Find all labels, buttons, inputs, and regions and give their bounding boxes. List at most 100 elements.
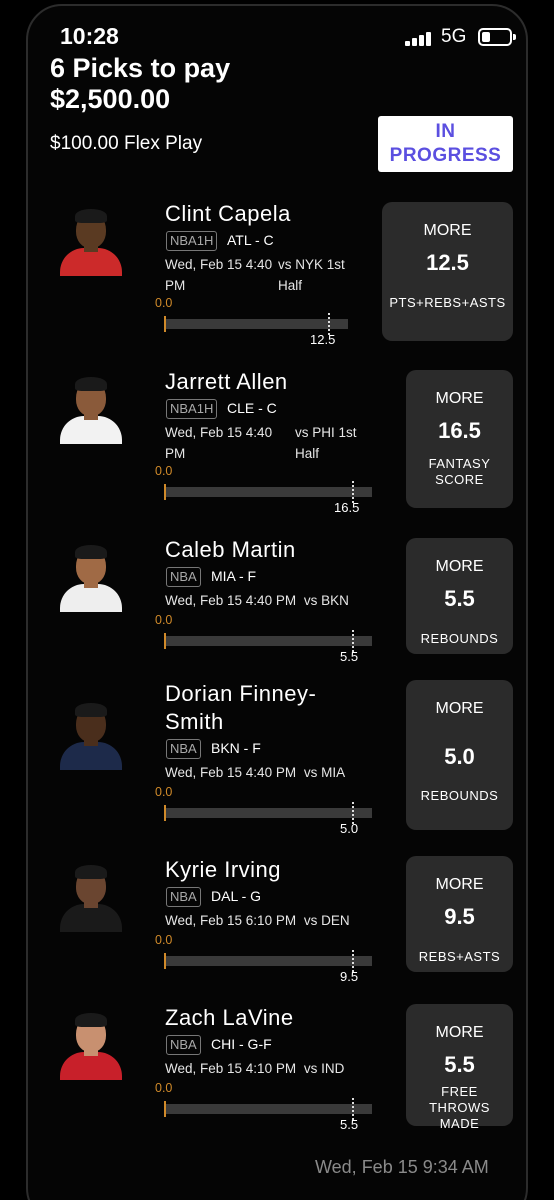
pick-stat-line1: PTS+REBS+ASTS [389,295,506,310]
pick-stat-line2: THROWS [429,1100,490,1115]
status-badge: IN PROGRESS [378,116,513,172]
current-value: 0.0 [155,464,173,478]
target-value: 16.5 [334,500,360,515]
player-avatar [56,206,126,276]
target-value: 5.0 [340,821,359,836]
game-time-line2: PM [165,278,186,293]
game-info-line2: PM Half [165,275,365,297]
pick-line-card[interactable]: MORE 5.0 REBOUNDS [406,680,513,830]
pick-line-card[interactable]: MORE 5.5 FREE THROWS MADE [406,1004,513,1131]
game-opponent: vs BKN [303,593,349,608]
game-opponent-line2: Half [278,278,303,293]
game-info: Wed, Feb 15 6:10 PM vs DEN [165,910,365,932]
pick-line-value: 16.5 [438,418,481,443]
game-info: Wed, Feb 15 4:40 vs NYK 1st [165,254,365,276]
progress-bar [166,319,348,329]
status-time: 10:28 [60,23,119,49]
team-position: DAL - G [211,888,262,904]
game-time: Wed, Feb 15 4:40 PM [165,593,297,608]
progress-bar [166,636,372,646]
pick-line-value: 12.5 [426,250,469,275]
team-position: CHI - G-F [211,1036,272,1052]
pick-stat-line1: FREE [441,1084,478,1099]
league-badge: NBA [166,739,201,759]
player-avatar [56,700,126,770]
game-time: Wed, Feb 15 6:10 PM [165,913,297,928]
player-name-line2: Smith [165,709,224,734]
game-info: Wed, Feb 15 4:40 PM vs BKN [165,590,365,612]
team-position: CLE - C [227,400,277,416]
pick-stat-line1: REBS+ASTS [418,949,501,964]
league-badge: NBA [166,1035,201,1055]
game-opponent: vs MIA [303,765,346,780]
game-time: Wed, Feb 15 4:40 PM [165,765,297,780]
progress-bar [166,808,372,818]
league-badge: NBA1H [166,231,218,251]
pick-direction: MORE [435,390,484,407]
pick-direction: MORE [435,558,484,575]
pick-direction: MORE [435,1024,484,1041]
game-info: Wed, Feb 15 4:40 PM vs MIA [165,762,365,784]
current-value: 0.0 [155,1081,173,1095]
network-label: 5G [441,26,467,47]
status-bar: 10:28 5G [0,0,554,49]
game-time: Wed, Feb 15 4:10 PM [165,1061,297,1076]
game-time-line2: PM [165,446,186,461]
target-value: 5.5 [340,1117,359,1132]
footer-timestamp: Wed, Feb 15 9:34 AM [315,1157,489,1177]
player-avatar [56,374,126,444]
progress-bar [166,956,372,966]
progress-bar [166,1104,372,1114]
league-badge: NBA1H [166,399,218,419]
entry-title: 6 Picks to pay [50,53,231,83]
league-badge: NBA [166,567,201,587]
pick-stat-line1: FANTASY [428,456,491,471]
progress-bar [166,487,372,497]
pick-line-value: 9.5 [444,904,475,929]
league-badge: NBA [166,887,201,907]
game-info: Wed, Feb 15 4:40 vs PHI 1st [165,422,365,444]
current-value: 0.0 [155,296,173,310]
team-position: MIA - F [211,568,257,584]
pick-line-card[interactable]: MORE 16.5 FANTASY SCORE [406,370,513,508]
battery-icon [478,28,516,46]
player-name: Kyrie Irving [165,857,282,882]
game-info: Wed, Feb 15 4:10 PM vs IND [165,1058,365,1080]
pick-stat-line1: REBOUNDS [420,631,499,646]
team-position: ATL - C [227,232,274,248]
player-name: Caleb Martin [165,537,296,562]
pick-direction: MORE [435,700,484,717]
target-value: 9.5 [340,969,359,984]
team-position: BKN - F [211,740,261,756]
pick-line-card[interactable]: MORE 9.5 REBS+ASTS [406,856,513,972]
player-avatar [56,542,126,612]
current-value: 0.0 [155,613,173,627]
player-avatar [56,1010,126,1080]
payout-amount: $2,500.00 [50,84,171,114]
game-time: Wed, Feb 15 4:40 [165,257,273,272]
player-avatar [56,862,126,932]
pick-line-value: 5.5 [444,586,475,611]
game-opponent: vs DEN [303,913,350,928]
player-name: Clint Capela [165,201,291,226]
pick-line-card[interactable]: MORE 5.5 REBOUNDS [406,538,513,654]
game-opponent: vs PHI 1st [295,425,357,440]
pick-stat-line2: SCORE [435,472,484,487]
player-name: Dorian Finney- [165,681,317,706]
player-name: Zach LaVine [165,1005,294,1030]
pick-direction: MORE [435,876,484,893]
pick-direction: MORE [423,222,472,239]
game-time: Wed, Feb 15 4:40 [165,425,273,440]
pick-line-card[interactable]: MORE 12.5 PTS+REBS+ASTS [382,202,513,341]
player-name: Jarrett Allen [165,369,288,394]
pick-stat-line1: REBOUNDS [420,788,499,803]
current-value: 0.0 [155,933,173,947]
game-opponent: vs NYK 1st [278,257,345,272]
game-opponent-line2: Half [295,446,320,461]
pick-stat-line3: MADE [439,1116,480,1131]
status-badge-line2: PROGRESS [389,145,502,166]
signal-icon [405,30,433,46]
target-value: 12.5 [310,332,336,347]
status-badge-line1: IN [435,121,456,142]
play-type-label: $100.00 Flex Play [50,133,203,154]
